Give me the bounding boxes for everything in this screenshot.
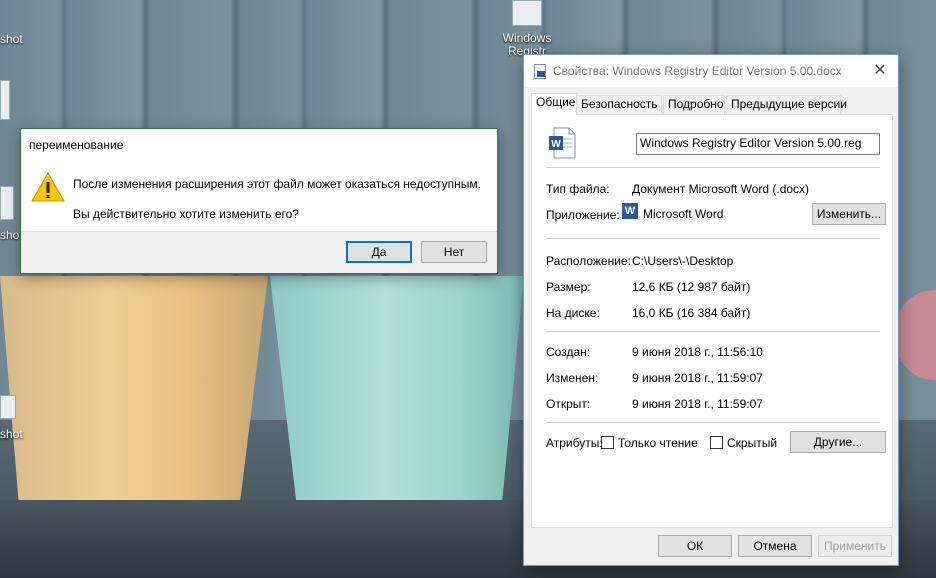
tab-security[interactable]: Безопасность (576, 95, 662, 114)
word-document-icon (534, 64, 546, 79)
button-bar: ОК Отмена Применить (524, 527, 898, 565)
microsoft-word-icon: W (622, 203, 638, 219)
opened-label: Открыт: (546, 397, 591, 411)
yes-button[interactable]: Да (346, 241, 412, 263)
size-label: Размер: (546, 280, 591, 294)
desktop-icon-screenshot-4[interactable]: shot (0, 395, 23, 441)
word-file-icon: W (549, 127, 576, 159)
hidden-label[interactable]: Скрытый (727, 436, 777, 450)
app-value: Microsoft Word (643, 207, 724, 221)
ok-button[interactable]: ОК (658, 535, 732, 557)
rename-dialog: переименование После изменения расширени… (20, 128, 498, 274)
location-value: C:\Users\-\Desktop (632, 254, 734, 268)
general-tab-panel: W Windows Registry Editor Version 5.00.r… (531, 114, 893, 528)
separator (546, 422, 880, 423)
document-icon (0, 80, 10, 120)
modified-value: 9 июня 2018 г., 11:59:07 (632, 371, 763, 385)
opened-value: 9 июня 2018 г., 11:59:07 (632, 397, 763, 411)
wallpaper-pot-teal (270, 276, 524, 538)
tab-details[interactable]: Подробно (663, 95, 725, 114)
created-value: 9 июня 2018 г., 11:56:10 (632, 345, 763, 359)
close-icon[interactable]: ✕ (868, 59, 892, 83)
svg-text:W: W (551, 139, 561, 150)
hidden-checkbox[interactable] (710, 436, 723, 449)
size-value: 12,6 КБ (12 987 байт) (632, 280, 751, 294)
file-type-value: Документ Microsoft Word (.docx) (632, 182, 810, 196)
attributes-label: Атрибуты: (546, 436, 603, 450)
window-title: Свойства: Windows Registry Editor Versio… (553, 64, 842, 78)
dialog-question: Вы действительно хотите изменить его? (73, 207, 299, 221)
file-type-label: Тип файла: (546, 182, 610, 196)
wallpaper-pot-yellow (0, 276, 268, 536)
image-file-icon (0, 186, 14, 220)
tab-general[interactable]: Общие (531, 93, 577, 115)
advanced-attributes-button[interactable]: Другие... (790, 431, 886, 453)
file-name-field[interactable]: Windows Registry Editor Version 5.00.reg (636, 133, 880, 155)
app-label: Приложение: (546, 208, 620, 222)
no-button[interactable]: Нет (421, 241, 487, 263)
change-app-button[interactable]: Изменить... (812, 203, 886, 225)
readonly-label[interactable]: Только чтение (618, 436, 698, 450)
disk-size-label: На диске: (546, 306, 600, 320)
separator (546, 167, 880, 168)
dialog-title: переименование (29, 138, 124, 152)
image-file-icon (0, 395, 16, 419)
desktop-icon-screenshot-3[interactable]: shot (0, 186, 23, 242)
location-label: Расположение: (546, 254, 631, 268)
properties-window: Свойства: Windows Registry Editor Versio… (523, 54, 899, 566)
desktop-icon-label: shot (0, 427, 23, 441)
cancel-button[interactable]: Отмена (738, 535, 812, 557)
warning-icon (31, 171, 65, 202)
readonly-checkbox[interactable] (601, 436, 614, 449)
tab-previous-versions[interactable]: Предыдущие версии (726, 95, 847, 114)
separator (546, 238, 880, 239)
dialog-footer: Да Нет (21, 231, 497, 273)
dialog-message: После изменения расширения этот файл мож… (73, 177, 481, 191)
desktop-icon-label: shot (0, 32, 23, 46)
modified-label: Изменен: (546, 371, 599, 385)
title-bar[interactable]: Свойства: Windows Registry Editor Versio… (524, 55, 898, 87)
apply-button[interactable]: Применить (818, 535, 892, 557)
desktop-icon-screenshot-2[interactable] (0, 80, 10, 120)
word-document-icon (512, 0, 542, 26)
created-label: Создан: (546, 345, 591, 359)
desktop-icon-registry-doc[interactable]: Windows Registr (497, 0, 557, 58)
disk-size-value: 16,0 КБ (16 384 байт) (632, 306, 751, 320)
separator (546, 331, 880, 332)
